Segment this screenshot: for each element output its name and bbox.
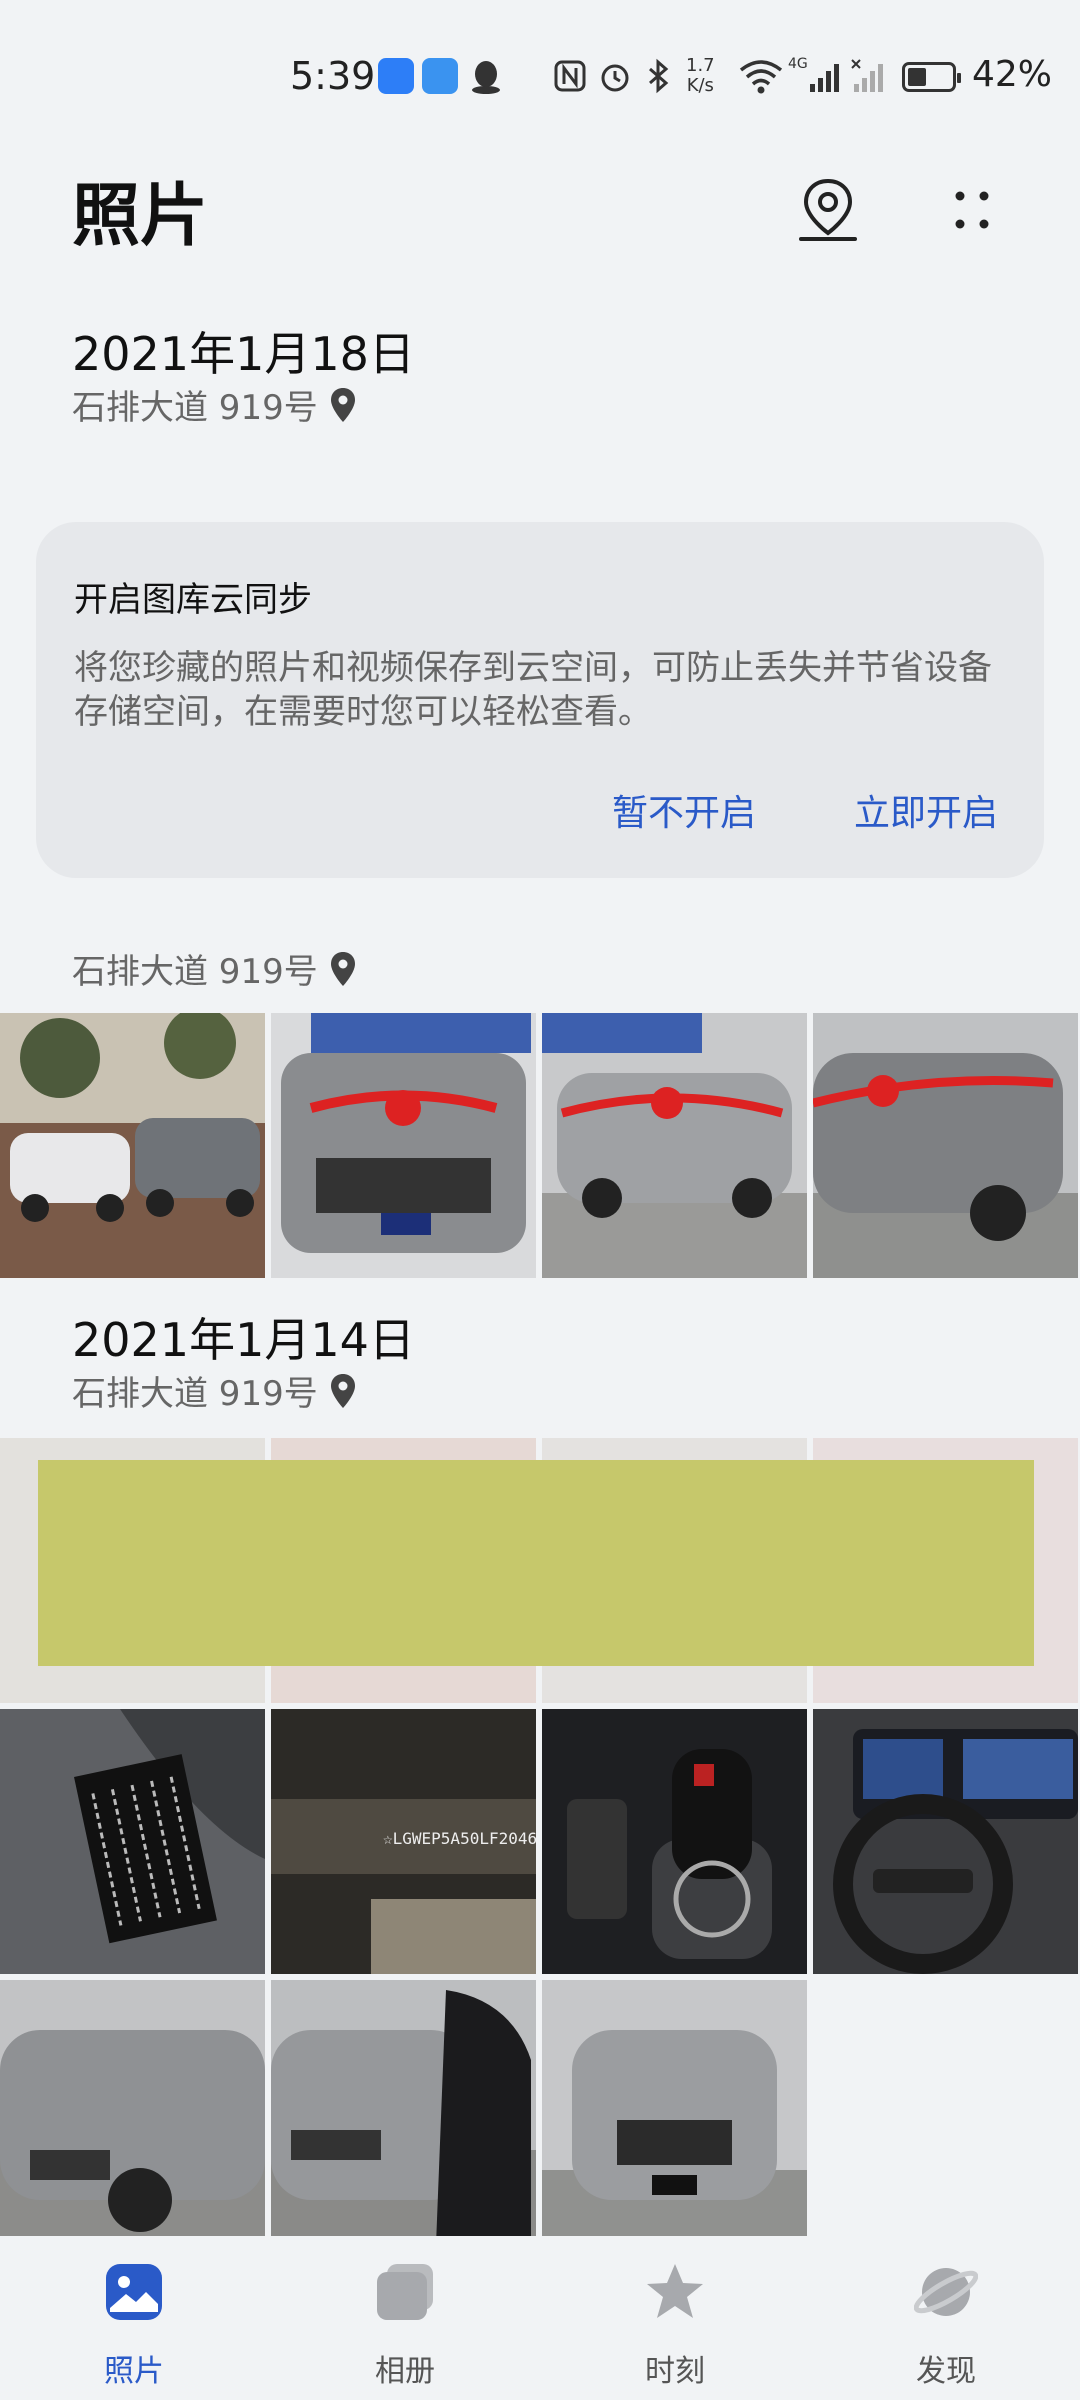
section-date: 2021年1月18日: [72, 327, 415, 381]
car-photo-image: [271, 1980, 536, 2245]
photo-thumbnail[interactable]: [0, 1013, 265, 1278]
gear-shifter-image: [542, 1709, 807, 1974]
redaction-overlay: [38, 1460, 1034, 1666]
bottom-navigation: 照片 相册 时刻 发现: [0, 2236, 1080, 2400]
photos-tab-icon: [106, 2264, 162, 2320]
star-icon: [647, 2264, 703, 2318]
battery-percent: 42%: [972, 54, 1053, 95]
speed-unit: K/s: [686, 75, 714, 96]
nfc-icon: [554, 60, 586, 92]
weather-app-icon: [422, 58, 458, 94]
battery-icon: [902, 62, 961, 92]
cloud-sync-card: 开启图库云同步 将您珍藏的照片和视频保存到云空间，可防止丢失并节省设备存储空间，…: [36, 522, 1044, 878]
status-time: 5:39: [290, 54, 376, 98]
tab-label: 时刻: [645, 2354, 705, 2389]
photo-thumbnail[interactable]: [271, 1013, 536, 1278]
speed-value: 1.7: [686, 55, 715, 76]
section-location[interactable]: 石排大道 919号: [72, 944, 358, 993]
planet-icon: [913, 2268, 979, 2316]
vehicle-nameplate-image: [0, 1709, 265, 1974]
tab-photos[interactable]: 照片: [34, 2260, 234, 2390]
more-options-button[interactable]: [932, 170, 1012, 250]
enable-now-button[interactable]: 立即开启: [854, 784, 998, 836]
network-type-label: 4G: [788, 56, 808, 72]
vin-plate-image: ☆LGWEP5A50LF204656☆: [271, 1709, 536, 1974]
map-button[interactable]: [788, 170, 868, 250]
tab-albums[interactable]: 相册: [305, 2260, 505, 2390]
cloud-sync-description: 将您珍藏的照片和视频保存到云空间，可防止丢失并节省设备存储空间，在需要时您可以轻…: [74, 648, 992, 732]
car-photo-image: [542, 1980, 807, 2245]
signal-icon: [810, 64, 839, 92]
signal-no-sim-icon: [851, 59, 883, 92]
tab-label: 照片: [104, 2354, 164, 2389]
photo-thumbnail[interactable]: [813, 1709, 1078, 1974]
page-title: 照片: [72, 177, 209, 256]
tab-discover[interactable]: 发现: [846, 2260, 1046, 2390]
tab-label: 相册: [375, 2354, 435, 2389]
status-bar: 5:39 1.7 K/s 4G 42%: [0, 0, 1080, 150]
albums-tab-icon: [377, 2264, 433, 2320]
alarm-icon: [601, 64, 629, 92]
not-now-button[interactable]: 暂不开启: [612, 784, 756, 836]
car-photo-image: [0, 1980, 265, 2245]
section-location-text: 石排大道 919号: [72, 388, 318, 428]
photo-thumbnail[interactable]: [542, 1013, 807, 1278]
section-location-text: 石排大道 919号: [72, 1374, 318, 1414]
tab-label: 发现: [916, 2354, 976, 2389]
vin-text: ☆LGWEP5A50LF204656☆: [383, 1829, 536, 1848]
photo-thumbnail[interactable]: [813, 1013, 1078, 1278]
photo-thumbnail[interactable]: [271, 1980, 536, 2245]
photo-thumbnail[interactable]: ☆LGWEP5A50LF204656☆: [271, 1709, 536, 1974]
car-photo-image: [0, 1013, 265, 1278]
car-photo-image: [813, 1013, 1078, 1278]
network-speed: 1.7 K/s: [686, 56, 715, 96]
dashboard-image: [813, 1709, 1078, 1974]
wifi-icon: [739, 60, 783, 94]
section-location[interactable]: 石排大道 919号: [72, 380, 358, 429]
location-pin-icon: [330, 387, 355, 422]
photo-thumbnail[interactable]: [542, 1709, 807, 1974]
tab-moments[interactable]: 时刻: [575, 2260, 775, 2390]
photo-thumbnail[interactable]: [0, 1709, 265, 1974]
photo-thumbnail[interactable]: [0, 1980, 265, 2245]
location-pin-icon: [330, 951, 355, 986]
photo-thumbnail[interactable]: [542, 1980, 807, 2245]
cloud-sync-title: 开启图库云同步: [74, 580, 312, 620]
shield-app-icon: [378, 58, 414, 94]
more-icon: [955, 191, 989, 229]
bluetooth-icon: [649, 58, 669, 94]
location-map-icon: [799, 178, 857, 241]
location-pin-icon: [330, 1373, 355, 1408]
car-photo-image: [542, 1013, 807, 1278]
section-date: 2021年1月14日: [72, 1313, 415, 1367]
car-photo-image: [271, 1013, 536, 1278]
section-location-text: 石排大道 919号: [72, 952, 318, 992]
section-location[interactable]: 石排大道 919号: [72, 1366, 358, 1415]
qq-icon: [472, 61, 500, 94]
